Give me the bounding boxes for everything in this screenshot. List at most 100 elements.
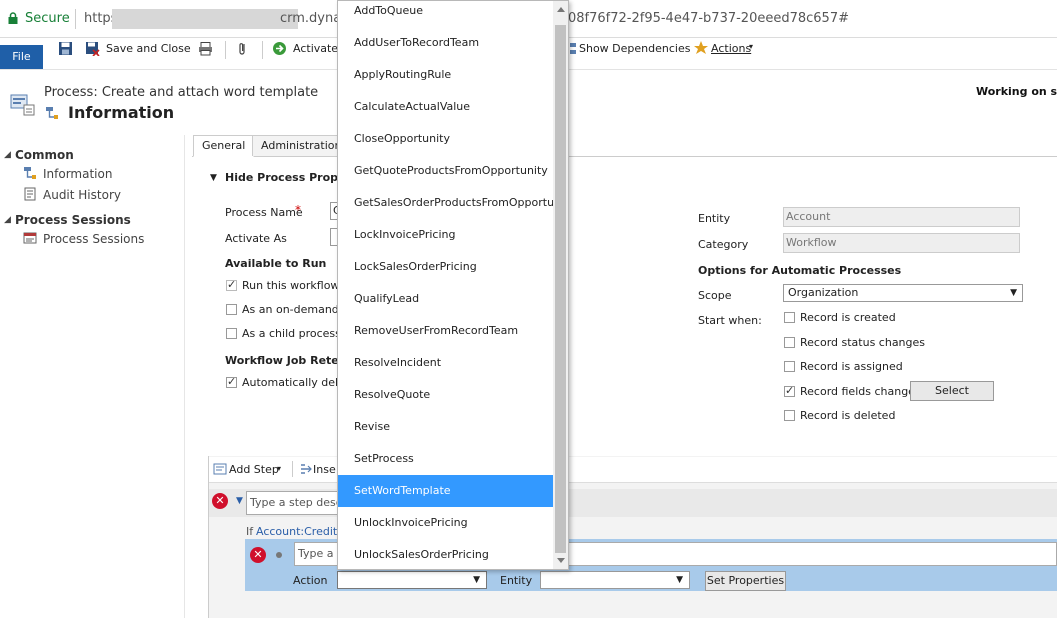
action-option[interactable]: Revise xyxy=(338,411,553,443)
action-select[interactable]: ▼ xyxy=(337,571,487,589)
trigger-label: Record is assigned xyxy=(800,360,903,373)
action-option[interactable]: LockSalesOrderPricing xyxy=(338,251,553,283)
action-option[interactable]: CalculateActualValue xyxy=(338,91,553,123)
trigger-label: Record is created xyxy=(800,311,896,324)
insert-icon[interactable] xyxy=(299,462,313,476)
lock-icon xyxy=(8,12,18,24)
activate-button[interactable]: Activate xyxy=(293,42,338,55)
collapse-process-sessions-icon[interactable]: ◢ xyxy=(4,215,11,225)
action-options: AddToQueue AddUserToRecordTeam ApplyRoutin… xyxy=(338,1,553,569)
auto-delete-checkbox[interactable] xyxy=(226,375,237,388)
action-option[interactable]: UnlockInvoicePricing xyxy=(338,507,553,539)
action-label: Action xyxy=(293,574,328,587)
chevron-down-icon: ▼ xyxy=(676,575,683,585)
save-close-icon[interactable] xyxy=(85,41,100,56)
process-name-label: Process Name xyxy=(225,206,303,219)
tab-administration[interactable]: Administration xyxy=(252,135,351,156)
trigger-status-changes-checkbox[interactable] xyxy=(784,337,795,348)
child-process-label: As a child process xyxy=(242,327,341,340)
actions-menu-button[interactable]: Actions xyxy=(711,42,751,55)
scope-label: Scope xyxy=(698,289,732,302)
show-dependencies-button[interactable]: Show Dependencies xyxy=(579,42,690,55)
solution-context-label: Working on solu xyxy=(976,85,1057,98)
save-icon[interactable] xyxy=(58,41,73,56)
required-indicator: * xyxy=(295,203,301,217)
chevron-down-icon: ▼ xyxy=(1010,288,1017,298)
activate-as-label: Activate As xyxy=(225,232,287,245)
start-when-label: Start when: xyxy=(698,314,762,327)
tab-general[interactable]: General xyxy=(193,135,255,157)
nav-item-audit-history[interactable]: Audit History xyxy=(43,188,121,202)
entity-label: Entity xyxy=(698,212,731,225)
activate-icon[interactable] xyxy=(272,41,287,56)
process-entity-icon xyxy=(10,94,35,116)
address-divider xyxy=(75,9,76,29)
action-option[interactable]: AddUserToRecordTeam xyxy=(338,27,553,59)
run-workflow-checkbox[interactable] xyxy=(226,278,237,291)
action-option[interactable]: SetProcess xyxy=(338,443,553,475)
nav-item-process-sessions[interactable]: Process Sessions xyxy=(43,232,144,246)
trigger-record-deleted-checkbox[interactable] xyxy=(784,410,795,421)
add-step-chevron-icon[interactable]: ▾ xyxy=(277,464,281,473)
scroll-up-icon[interactable] xyxy=(557,7,565,12)
expand-step-icon[interactable]: ▼ xyxy=(236,496,243,506)
nav-section-common[interactable]: Common xyxy=(15,148,74,162)
actions-dropdown-chevron-icon[interactable]: ▾ xyxy=(749,42,753,51)
error-icon: ✕ xyxy=(250,547,266,563)
action-option[interactable]: ApplyRoutingRule xyxy=(338,59,553,91)
condition-link[interactable]: Account:Credit L xyxy=(256,525,347,538)
page-title: Information xyxy=(68,103,175,122)
actions-icon[interactable] xyxy=(694,40,709,55)
entity-select[interactable]: ▼ xyxy=(540,571,690,589)
action-option[interactable]: AddToQueue xyxy=(338,1,553,27)
category-label: Category xyxy=(698,238,749,251)
action-option[interactable]: CloseOpportunity xyxy=(338,123,553,155)
action-option[interactable]: GetSalesOrderProductsFromOpportunity xyxy=(338,187,553,219)
secure-label: Secure xyxy=(25,11,70,26)
action-option[interactable]: UnlockSalesOrderPricing xyxy=(338,539,553,569)
action-option[interactable]: ResolveQuote xyxy=(338,379,553,411)
dependencies-icon[interactable] xyxy=(570,41,578,56)
add-step-icon[interactable] xyxy=(213,462,227,476)
trigger-fields-change-checkbox[interactable] xyxy=(784,384,795,397)
trigger-record-created-checkbox[interactable] xyxy=(784,312,795,323)
step-toolbar-divider xyxy=(292,461,293,477)
insert-button[interactable]: Inse xyxy=(313,463,336,476)
action-option[interactable]: ResolveIncident xyxy=(338,347,553,379)
attach-icon[interactable] xyxy=(235,41,250,56)
action-option[interactable]: LockInvoicePricing xyxy=(338,219,553,251)
action-option[interactable]: SetWordTemplate xyxy=(338,475,553,507)
condition-if-label: If xyxy=(246,525,254,538)
collapse-section-icon[interactable]: ▼ xyxy=(210,173,217,183)
collapse-common-icon[interactable]: ◢ xyxy=(4,150,11,160)
scroll-down-icon[interactable] xyxy=(557,558,565,563)
process-sessions-icon xyxy=(23,232,37,244)
select-fields-button[interactable]: Select xyxy=(910,381,994,401)
action-option[interactable]: RemoveUserFromRecordTeam xyxy=(338,315,553,347)
save-and-close-button[interactable]: Save and Close xyxy=(106,42,191,55)
add-step-button[interactable]: Add Step xyxy=(229,463,279,476)
url-record-id[interactable]: 08f76f72-2f95-4e47-b737-20eeed78c657# xyxy=(568,11,849,26)
scope-value: Organization xyxy=(788,286,859,299)
scrollbar-thumb[interactable] xyxy=(555,25,566,553)
action-dropdown-list[interactable]: AddToQueue AddUserToRecordTeam ApplyRoutin… xyxy=(337,0,569,570)
child-process-checkbox[interactable] xyxy=(226,328,237,339)
trigger-record-assigned-checkbox[interactable] xyxy=(784,361,795,372)
nav-divider xyxy=(184,135,185,618)
error-icon: ✕ xyxy=(212,493,228,509)
nav-section-process-sessions[interactable]: Process Sessions xyxy=(15,213,131,227)
information-icon xyxy=(24,167,36,179)
action-option[interactable]: GetQuoteProductsFromOpportunity xyxy=(338,155,553,187)
available-to-run-heading: Available to Run xyxy=(225,257,327,270)
nav-item-information[interactable]: Information xyxy=(43,167,112,181)
trigger-label: Record fields change xyxy=(800,385,915,398)
dropdown-scrollbar[interactable] xyxy=(553,1,568,569)
trigger-label: Record status changes xyxy=(800,336,926,349)
file-button[interactable]: File xyxy=(0,45,43,69)
print-icon[interactable] xyxy=(198,41,213,56)
set-properties-button[interactable]: Set Properties xyxy=(705,571,786,591)
url-domain[interactable]: crm.dyna xyxy=(280,11,341,26)
action-option[interactable]: QualifyLead xyxy=(338,283,553,315)
on-demand-checkbox[interactable] xyxy=(226,304,237,315)
scope-select[interactable]: Organization ▼ xyxy=(783,284,1023,302)
